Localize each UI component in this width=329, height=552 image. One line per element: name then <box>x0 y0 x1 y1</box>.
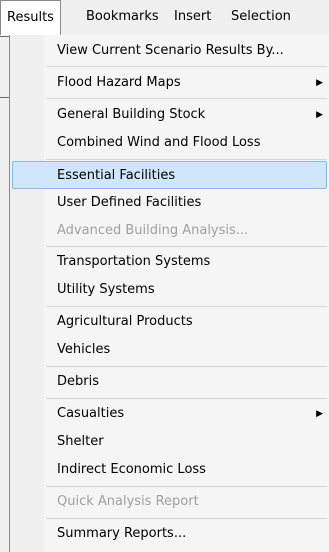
menu-item-advanced-building-analysis: Advanced Building Analysis... <box>12 217 327 245</box>
menu-item-label: Combined Wind and Flood Loss <box>57 135 261 150</box>
menu-item-label: User Defined Facilities <box>57 195 202 210</box>
menu-separator <box>46 66 327 67</box>
screen: Results Bookmarks Insert Selection View … <box>0 0 329 552</box>
menu-separator <box>46 98 327 99</box>
menu-selection[interactable]: Selection <box>225 0 297 34</box>
menu-item-label: Indirect Economic Loss <box>57 462 206 477</box>
menu-item-label: Transportation Systems <box>57 254 211 269</box>
underlying-window-edge <box>0 35 9 552</box>
menu-item-label: Casualties <box>57 406 125 421</box>
menu-item-label: View Current Scenario Results By... <box>57 43 284 58</box>
menu-separator <box>46 306 327 307</box>
menu-separator <box>46 518 327 519</box>
menu-item-label: Flood Hazard Maps <box>57 75 181 90</box>
submenu-arrow-icon: ▶ <box>316 78 323 88</box>
menu-item-quick-analysis-report: Quick Analysis Report <box>12 488 327 516</box>
edge-mark <box>0 97 9 98</box>
menu-item-general-building-stock[interactable]: General Building Stock ▶ <box>12 101 327 129</box>
menu-item-flood-hazard-maps[interactable]: Flood Hazard Maps ▶ <box>12 69 327 97</box>
results-dropdown-menu: View Current Scenario Results By... Floo… <box>9 34 329 552</box>
menu-item-debris[interactable]: Debris <box>12 368 327 396</box>
menu-item-label: Shelter <box>57 434 104 449</box>
menu-item-label: Utility Systems <box>57 282 155 297</box>
menu-item-combined-wind-flood-loss[interactable]: Combined Wind and Flood Loss <box>12 129 327 157</box>
menu-insert[interactable]: Insert <box>168 0 217 34</box>
menu-item-vehicles[interactable]: Vehicles <box>12 336 327 364</box>
menu-item-transportation-systems[interactable]: Transportation Systems <box>12 248 327 276</box>
menu-separator <box>46 486 327 487</box>
menu-separator <box>46 366 327 367</box>
menu-item-label: Quick Analysis Report <box>57 494 199 509</box>
menu-item-label: Vehicles <box>57 342 111 357</box>
menu-item-label: Summary Reports... <box>57 526 187 541</box>
menu-item-label: Essential Facilities <box>57 168 176 183</box>
menu-bar: Results Bookmarks Insert Selection <box>0 0 329 35</box>
menu-item-utility-systems[interactable]: Utility Systems <box>12 276 327 304</box>
menu-item-label: Debris <box>57 374 99 389</box>
menu-item-label: Agricultural Products <box>57 314 193 329</box>
menu-item-casualties[interactable]: Casualties ▶ <box>12 400 327 428</box>
menu-item-essential-facilities[interactable]: Essential Facilities <box>12 161 327 189</box>
submenu-arrow-icon: ▶ <box>316 409 323 419</box>
menu-results[interactable]: Results <box>0 0 61 35</box>
menu-separator <box>46 159 327 160</box>
menu-item-label: General Building Stock <box>57 107 206 122</box>
submenu-arrow-icon: ▶ <box>316 110 323 120</box>
menu-separator <box>46 246 327 247</box>
menu-item-view-current-scenario-results[interactable]: View Current Scenario Results By... <box>12 37 327 65</box>
menu-item-user-defined-facilities[interactable]: User Defined Facilities <box>12 189 327 217</box>
menu-bookmarks[interactable]: Bookmarks <box>80 0 165 34</box>
menu-item-indirect-economic-loss[interactable]: Indirect Economic Loss <box>12 456 327 484</box>
menu-item-label: Advanced Building Analysis... <box>57 223 249 238</box>
menu-item-shelter[interactable]: Shelter <box>12 428 327 456</box>
edge-mark <box>0 36 9 37</box>
menu-separator <box>46 398 327 399</box>
menu-item-summary-reports[interactable]: Summary Reports... <box>12 520 327 548</box>
menu-item-agricultural-products[interactable]: Agricultural Products <box>12 308 327 336</box>
